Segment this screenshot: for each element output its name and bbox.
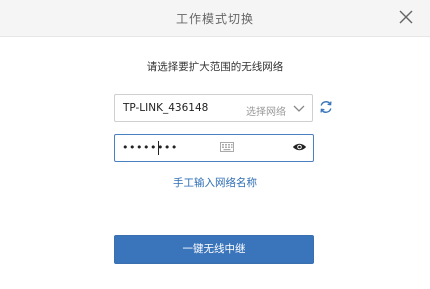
refresh-button[interactable] xyxy=(318,99,334,115)
close-icon xyxy=(399,10,413,24)
password-value: •••••••• xyxy=(122,141,178,154)
refresh-icon xyxy=(320,101,332,113)
keyboard-icon[interactable] xyxy=(220,142,234,152)
password-input[interactable]: •••••••• xyxy=(114,134,314,162)
select-network-hint: 选择网络 xyxy=(246,107,286,118)
text-cursor xyxy=(158,141,159,155)
dialog-title-bar: 工作模式切换 xyxy=(0,0,430,37)
instruction-text: 请选择要扩大范围的无线网络 xyxy=(146,61,284,73)
eye-icon[interactable] xyxy=(292,142,307,152)
network-select[interactable]: TP-LINK_436148 选择网络 xyxy=(114,94,313,122)
chevron-down-icon xyxy=(293,105,305,112)
selected-network: TP-LINK_436148 xyxy=(123,102,209,114)
manual-network-name-link[interactable]: 手工输入网络名称 xyxy=(0,175,430,190)
one-click-repeater-button[interactable]: 一键无线中继 xyxy=(114,235,314,264)
work-mode-dialog: 工作模式切换 请选择要扩大范围的无线网络 TP-LINK_436148 选择网络… xyxy=(0,0,430,289)
dialog-title: 工作模式切换 xyxy=(175,12,254,26)
close-button[interactable] xyxy=(396,7,416,27)
